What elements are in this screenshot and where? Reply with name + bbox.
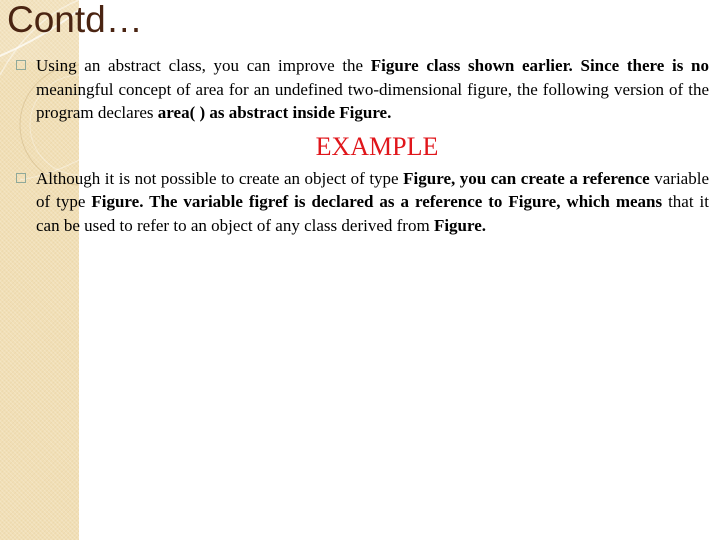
slide-content: Using an abstract class, you can improve…	[15, 54, 709, 237]
text-segment: Although it is not possible to create an…	[36, 168, 404, 188]
text-segment: Using an abstract class, you can improve…	[36, 56, 371, 75]
text-segment-bold: Figure class shown earlier. Since there …	[370, 56, 709, 75]
bullet-text: Although it is not possible to create an…	[36, 169, 709, 235]
text-segment-bold: Figure.	[433, 215, 487, 235]
bullet-item-reference-variable: Although it is not possible to create an…	[15, 167, 709, 238]
text-segment-bold: Figure. The variable figref is declared …	[91, 192, 663, 211]
text-segment-bold: area( ) as abstract inside Figure.	[157, 103, 392, 122]
bullet-item-abstract-class: Using an abstract class, you can improve…	[15, 54, 709, 125]
example-heading: EXAMPLE	[315, 131, 439, 161]
square-bullet-icon	[16, 172, 26, 183]
bullet-text: Using an abstract class, you can improve…	[36, 56, 709, 122]
text-segment-bold: Figure, you can create a reference	[403, 168, 650, 188]
slide-title: Contd…	[7, 0, 143, 40]
square-bullet-icon	[16, 60, 26, 70]
